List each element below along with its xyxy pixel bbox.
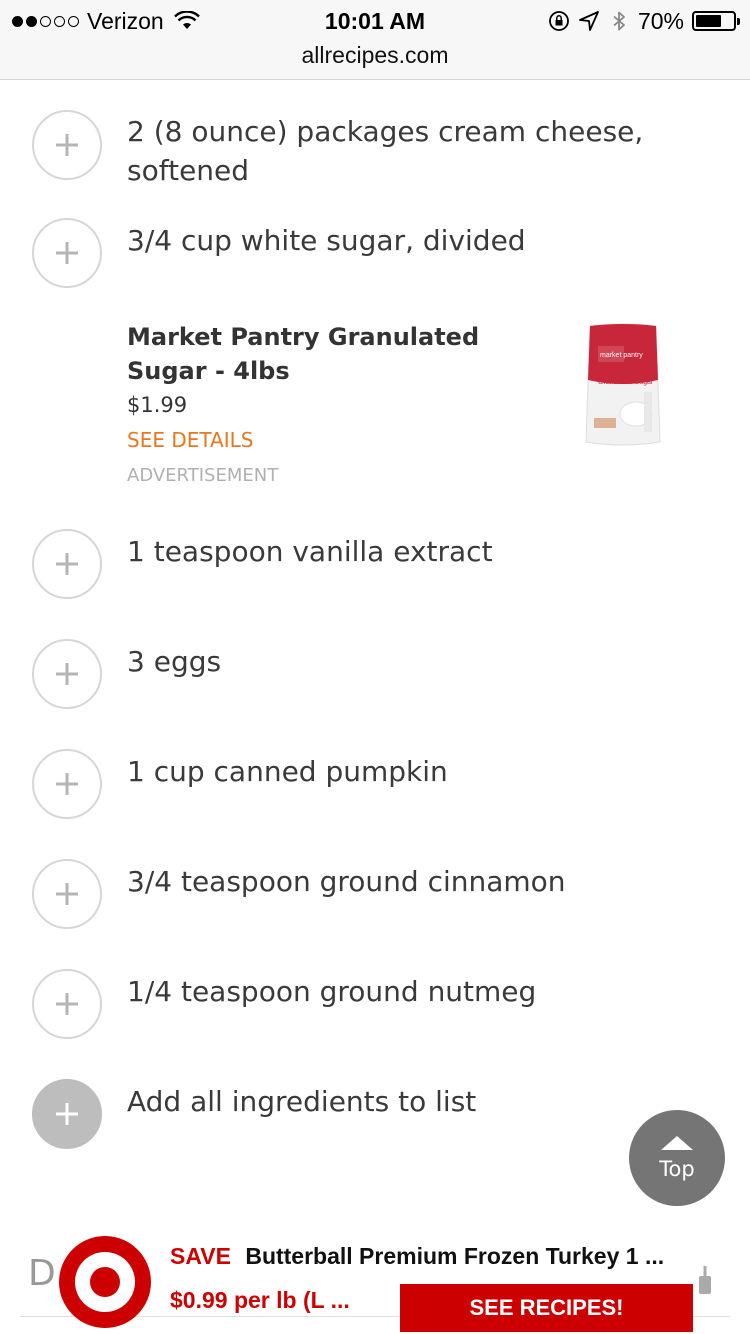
add-all-plus-icon[interactable] (32, 1079, 102, 1149)
browser-chrome: Verizon 10:01 AM 70% allrecipes.com (0, 0, 750, 80)
add-ingredient-plus-icon[interactable] (32, 218, 102, 288)
add-ingredient-plus-icon[interactable] (32, 859, 102, 929)
battery-fill (696, 15, 722, 27)
ad-see-details-link[interactable]: SEE DETAILS (127, 425, 253, 455)
ingredient-text: 1/4 teaspoon ground nutmeg (127, 975, 537, 1008)
partial-heading-letter: D (28, 1253, 56, 1294)
battery-nub (737, 18, 740, 25)
status-bar: Verizon 10:01 AM 70% (0, 6, 750, 36)
bluetooth-icon (613, 11, 625, 31)
target-logo (59, 1236, 151, 1328)
battery-percent: 70% (637, 7, 684, 34)
ingredient-text: 3/4 cup white sugar, divided (127, 224, 526, 257)
banner-price: $0.99 per lb (L ... (170, 1287, 350, 1313)
ingredient-text: 3 eggs (127, 645, 222, 678)
share-icon[interactable] (694, 1264, 714, 1300)
ad-product-title[interactable]: Market Pantry Granulated Sugar - 4lbs (127, 320, 507, 388)
add-ingredient-plus-icon[interactable] (32, 529, 102, 599)
ad-product-price: $1.99 (127, 393, 188, 417)
banner-headline: SAVE Butterball Premium Frozen Turkey 1 … (170, 1240, 690, 1272)
target-logo-dot (90, 1267, 120, 1297)
banner-save-label: SAVE (170, 1243, 231, 1269)
top-label: Top (659, 1157, 695, 1181)
location-arrow-icon (579, 11, 599, 31)
bottom-banner-ad[interactable]: D SAVE Butterball Premium Frozen Turkey … (0, 1228, 750, 1334)
add-ingredient-plus-icon[interactable] (32, 110, 102, 180)
add-ingredient-plus-icon[interactable] (32, 749, 102, 819)
ingredient-text: 2 (8 ounce) packages cream cheese, softe… (127, 115, 644, 187)
see-recipes-button[interactable]: SEE RECIPES! (400, 1284, 693, 1332)
ingredient-text: 1 cup canned pumpkin (127, 755, 448, 788)
rotation-lock-icon (549, 11, 569, 31)
sugar-bag-image[interactable]: market pantry Granulated Sugar (584, 322, 662, 448)
banner-product: Butterball Premium Frozen Turkey 1 ... (245, 1243, 665, 1269)
bag-product-text: Granulated Sugar (598, 379, 654, 386)
battery-icon (692, 11, 740, 31)
back-to-top-button[interactable]: Top (629, 1110, 725, 1206)
add-ingredient-plus-icon[interactable] (32, 639, 102, 709)
up-arrow-icon (661, 1136, 693, 1150)
status-right: 70% (548, 6, 740, 36)
bag-brand-text: market pantry (600, 352, 643, 359)
ingredient-text: 1 teaspoon vanilla extract (127, 535, 493, 568)
add-all-label[interactable]: Add all ingredients to list (127, 1082, 687, 1121)
address-bar[interactable]: allrecipes.com (0, 40, 750, 70)
advertisement-label: ADVERTISEMENT (127, 465, 279, 486)
add-ingredient-plus-icon[interactable] (32, 969, 102, 1039)
ingredient-text: 3/4 teaspoon ground cinnamon (127, 865, 566, 898)
